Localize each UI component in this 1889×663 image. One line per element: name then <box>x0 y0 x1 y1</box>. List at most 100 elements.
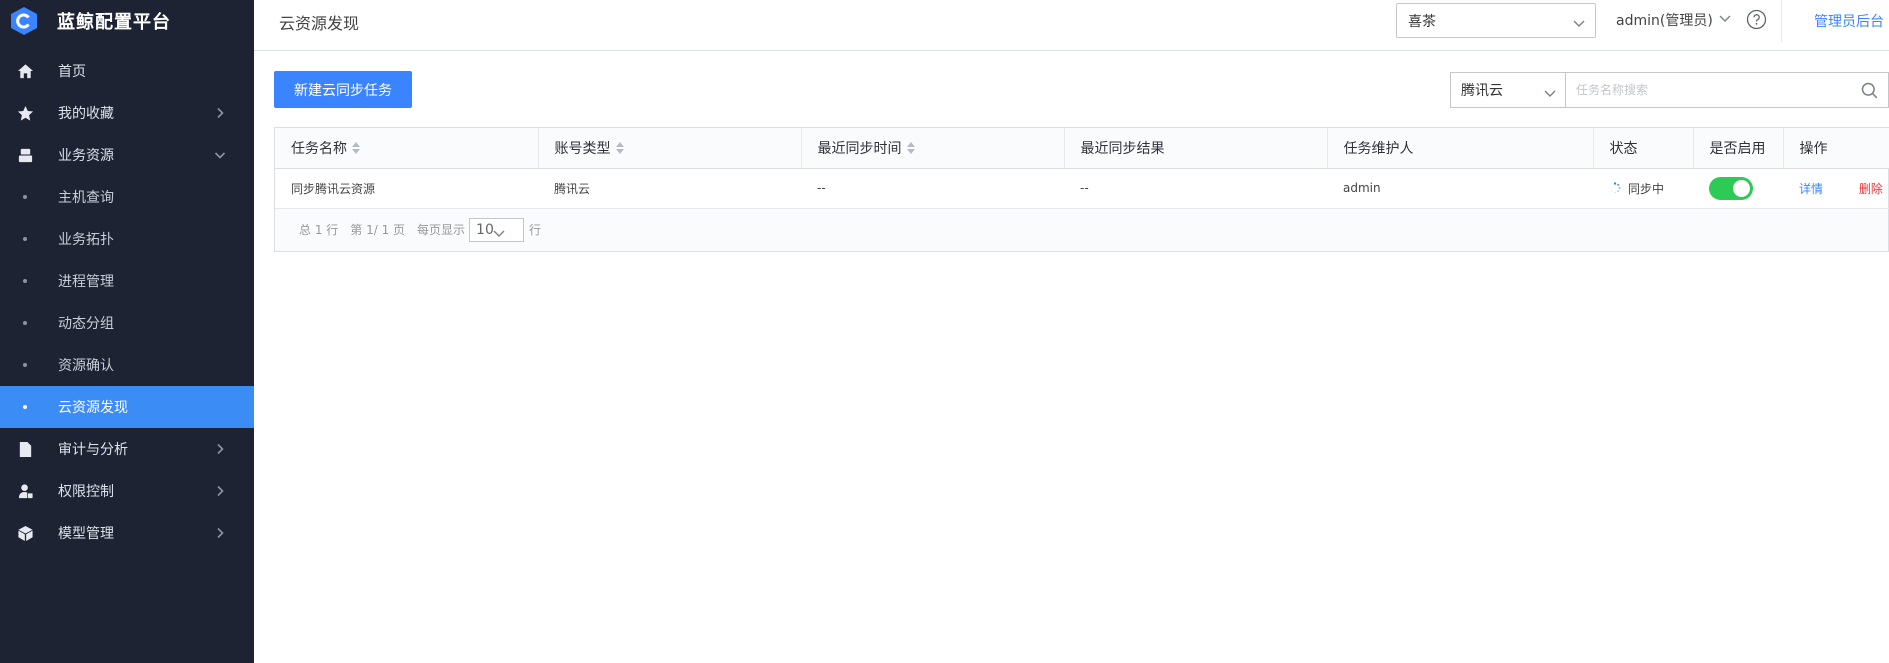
chevron-right-icon <box>214 527 226 539</box>
logo-icon <box>9 6 39 36</box>
page-size-select[interactable]: 10 <box>469 217 525 242</box>
sidebar-item-label: 资源确认 <box>58 358 114 374</box>
task-search-input[interactable] <box>1566 73 1888 107</box>
sort-icon[interactable] <box>352 141 360 154</box>
column-header-enabled: 是否启用 <box>1693 128 1784 169</box>
cell-account-type: 腾讯云 <box>538 168 801 209</box>
new-sync-task-button[interactable]: 新建云同步任务 <box>274 71 412 108</box>
sidebar-item-label: 首页 <box>58 64 86 80</box>
star-icon <box>16 104 34 122</box>
cell-last-sync-result: -- <box>1064 168 1327 209</box>
sidebar-item-10[interactable]: 权限控制 <box>0 470 254 512</box>
sort-icon[interactable] <box>615 141 624 154</box>
sidebar-item-4[interactable]: 业务拓扑 <box>0 218 254 260</box>
pagination-total: 总 1 行 <box>299 223 339 237</box>
sidebar-item-3[interactable]: 主机查询 <box>0 176 254 218</box>
sidebar-menu: 首页我的收藏业务资源主机查询业务拓扑进程管理动态分组资源确认云资源发现审计与分析… <box>0 50 254 554</box>
model-cube-icon <box>16 524 34 542</box>
chevron-right-icon <box>214 485 226 497</box>
user-menu[interactable]: admin(管理员) <box>1616 10 1731 30</box>
toggle-knob <box>1733 179 1750 197</box>
sidebar-item-6[interactable]: 动态分组 <box>0 302 254 344</box>
business-select[interactable]: 喜茶 <box>1396 3 1596 38</box>
cell-last-sync-time: -- <box>801 168 1064 209</box>
column-header-task-name[interactable]: 任务名称 <box>275 128 539 169</box>
sidebar-item-9[interactable]: 审计与分析 <box>0 428 254 470</box>
help-icon[interactable] <box>1746 9 1767 30</box>
sort-icon[interactable] <box>906 141 915 154</box>
home-icon <box>16 62 34 80</box>
permission-icon <box>16 482 34 500</box>
chevron-down-icon <box>1573 16 1585 32</box>
column-header-last-sync-time[interactable]: 最近同步时间 <box>801 128 1065 169</box>
cell-maintainer: admin <box>1327 168 1593 209</box>
cell-actions: 详情 删除 <box>1783 168 1889 209</box>
bullet-dot <box>23 321 27 325</box>
chevron-right-icon <box>214 443 226 455</box>
brand[interactable]: 蓝鲸配置平台 <box>0 0 254 42</box>
business-select-value: 喜茶 <box>1408 13 1436 30</box>
sidebar-item-11[interactable]: 模型管理 <box>0 512 254 554</box>
loading-spinner-icon <box>1609 182 1621 194</box>
user-name: admin(管理员) <box>1616 13 1713 29</box>
bullet-dot <box>23 279 27 283</box>
column-header-actions: 操作 <box>1783 128 1889 169</box>
pagination-page: 第 1/ 1 页 <box>350 223 406 237</box>
chevron-down-icon <box>1544 86 1556 102</box>
cell-status: 同步中 <box>1593 168 1693 209</box>
sidebar-item-label: 云资源发现 <box>58 400 128 416</box>
chevron-down-icon <box>214 149 226 161</box>
sidebar-item-label: 动态分组 <box>58 316 114 332</box>
chevron-down-icon <box>1719 11 1731 27</box>
table-header-row: 任务名称 账号类型 最近同步时间 最近同步结果 任务维护人 状态 是否启用 操作 <box>275 128 1889 169</box>
bullet-dot <box>23 195 27 199</box>
chevron-right-icon <box>214 107 226 119</box>
column-header-account-type[interactable]: 账号类型 <box>538 128 802 169</box>
sidebar-item-7[interactable]: 资源确认 <box>0 344 254 386</box>
bullet-dot <box>23 237 27 241</box>
business-resource-icon <box>16 146 34 164</box>
cloud-vendor-select[interactable]: 腾讯云 <box>1450 72 1566 108</box>
sidebar-item-label: 业务拓扑 <box>58 232 114 248</box>
search-icon[interactable] <box>1861 82 1878 99</box>
cell-enabled <box>1693 168 1783 209</box>
column-header-last-sync-result: 最近同步结果 <box>1064 128 1328 169</box>
sidebar-item-label: 主机查询 <box>58 190 114 206</box>
page-size-value: 10 <box>476 221 494 238</box>
sidebar-item-label: 进程管理 <box>58 274 114 290</box>
sidebar: 蓝鲸配置平台 首页我的收藏业务资源主机查询业务拓扑进程管理动态分组资源确认云资源… <box>0 0 254 663</box>
search-box <box>1565 72 1889 108</box>
pagination-per-page-label: 每页显示 <box>417 223 466 237</box>
sidebar-item-label: 模型管理 <box>58 526 114 542</box>
sidebar-item-2[interactable]: 业务资源 <box>0 134 254 176</box>
sidebar-item-5[interactable]: 进程管理 <box>0 260 254 302</box>
task-table: 任务名称 账号类型 最近同步时间 最近同步结果 任务维护人 状态 是否启用 操作… <box>274 127 1889 252</box>
sidebar-item-8[interactable]: 云资源发现 <box>0 386 254 428</box>
admin-console-link[interactable]: 管理员后台 <box>1814 11 1884 31</box>
delete-link[interactable]: 删除 <box>1859 182 1883 196</box>
bullet-dot <box>23 363 27 367</box>
audit-icon <box>16 440 34 458</box>
bullet-dot <box>23 405 27 409</box>
enable-toggle[interactable] <box>1709 176 1753 200</box>
sidebar-item-label: 我的收藏 <box>58 106 114 122</box>
column-header-maintainer: 任务维护人 <box>1327 128 1594 169</box>
header-divider <box>1781 0 1782 42</box>
cell-task-name: 同步腾讯云资源 <box>275 168 538 209</box>
sidebar-item-label: 业务资源 <box>58 148 114 164</box>
top-header: 云资源发现 喜茶 admin(管理员) 管理员后台 <box>254 0 1889 51</box>
table-row: 同步腾讯云资源 腾讯云 -- -- admin 同步中 详情 删除 <box>275 168 1889 209</box>
pagination: 总 1 行 第 1/ 1 页 每页显示 10 行 <box>275 208 1888 251</box>
sidebar-item-label: 权限控制 <box>58 484 114 500</box>
detail-link[interactable]: 详情 <box>1799 182 1823 196</box>
brand-name: 蓝鲸配置平台 <box>57 12 171 33</box>
sidebar-item-0[interactable]: 首页 <box>0 50 254 92</box>
status-text: 同步中 <box>1628 181 1665 196</box>
cloud-vendor-value: 腾讯云 <box>1461 83 1503 99</box>
sidebar-item-1[interactable]: 我的收藏 <box>0 92 254 134</box>
main-content: 新建云同步任务 腾讯云 任务名称 账号类型 最近同步时间 最近同步结果 任务维护… <box>254 52 1889 663</box>
pagination-unit: 行 <box>529 223 542 237</box>
chevron-down-icon <box>493 226 505 242</box>
page-title: 云资源发现 <box>279 14 360 33</box>
sidebar-item-label: 审计与分析 <box>58 442 128 458</box>
